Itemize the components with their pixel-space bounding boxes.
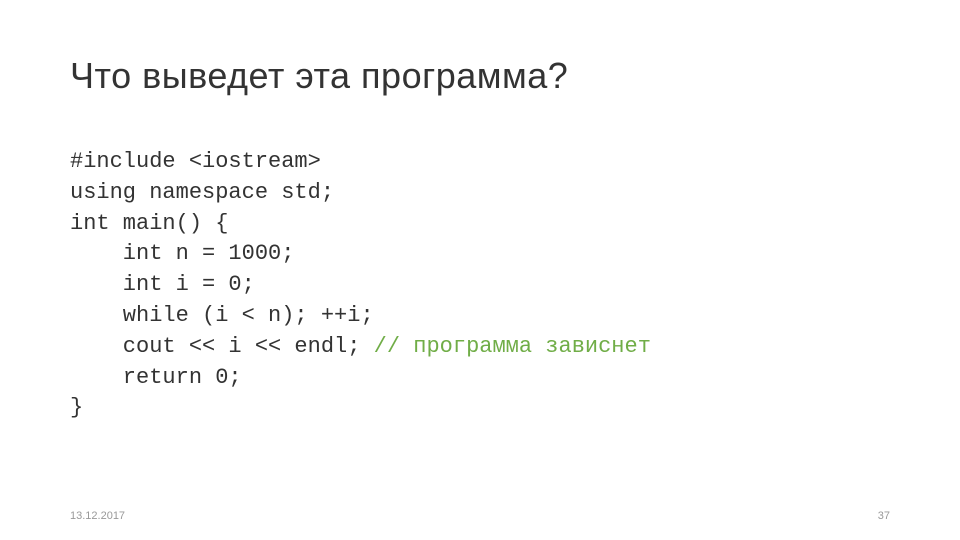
code-line: cout << i << endl; // программа зависнет	[70, 332, 890, 363]
code-block: #include <iostream> using namespace std;…	[70, 147, 890, 424]
code-comment: // программа зависнет	[374, 334, 651, 359]
code-line: }	[70, 393, 890, 424]
code-line: #include <iostream>	[70, 147, 890, 178]
code-line: int i = 0;	[70, 270, 890, 301]
slide-title: Что выведет эта программа?	[70, 55, 890, 97]
code-line: int n = 1000;	[70, 239, 890, 270]
code-line: return 0;	[70, 363, 890, 394]
slide-footer: 13.12.2017 37	[70, 510, 890, 522]
footer-page-number: 37	[878, 510, 890, 522]
footer-date: 13.12.2017	[70, 510, 125, 522]
code-text: cout << i << endl;	[70, 334, 374, 359]
code-line: using namespace std;	[70, 178, 890, 209]
code-line: int main() {	[70, 209, 890, 240]
code-line: while (i < n); ++i;	[70, 301, 890, 332]
